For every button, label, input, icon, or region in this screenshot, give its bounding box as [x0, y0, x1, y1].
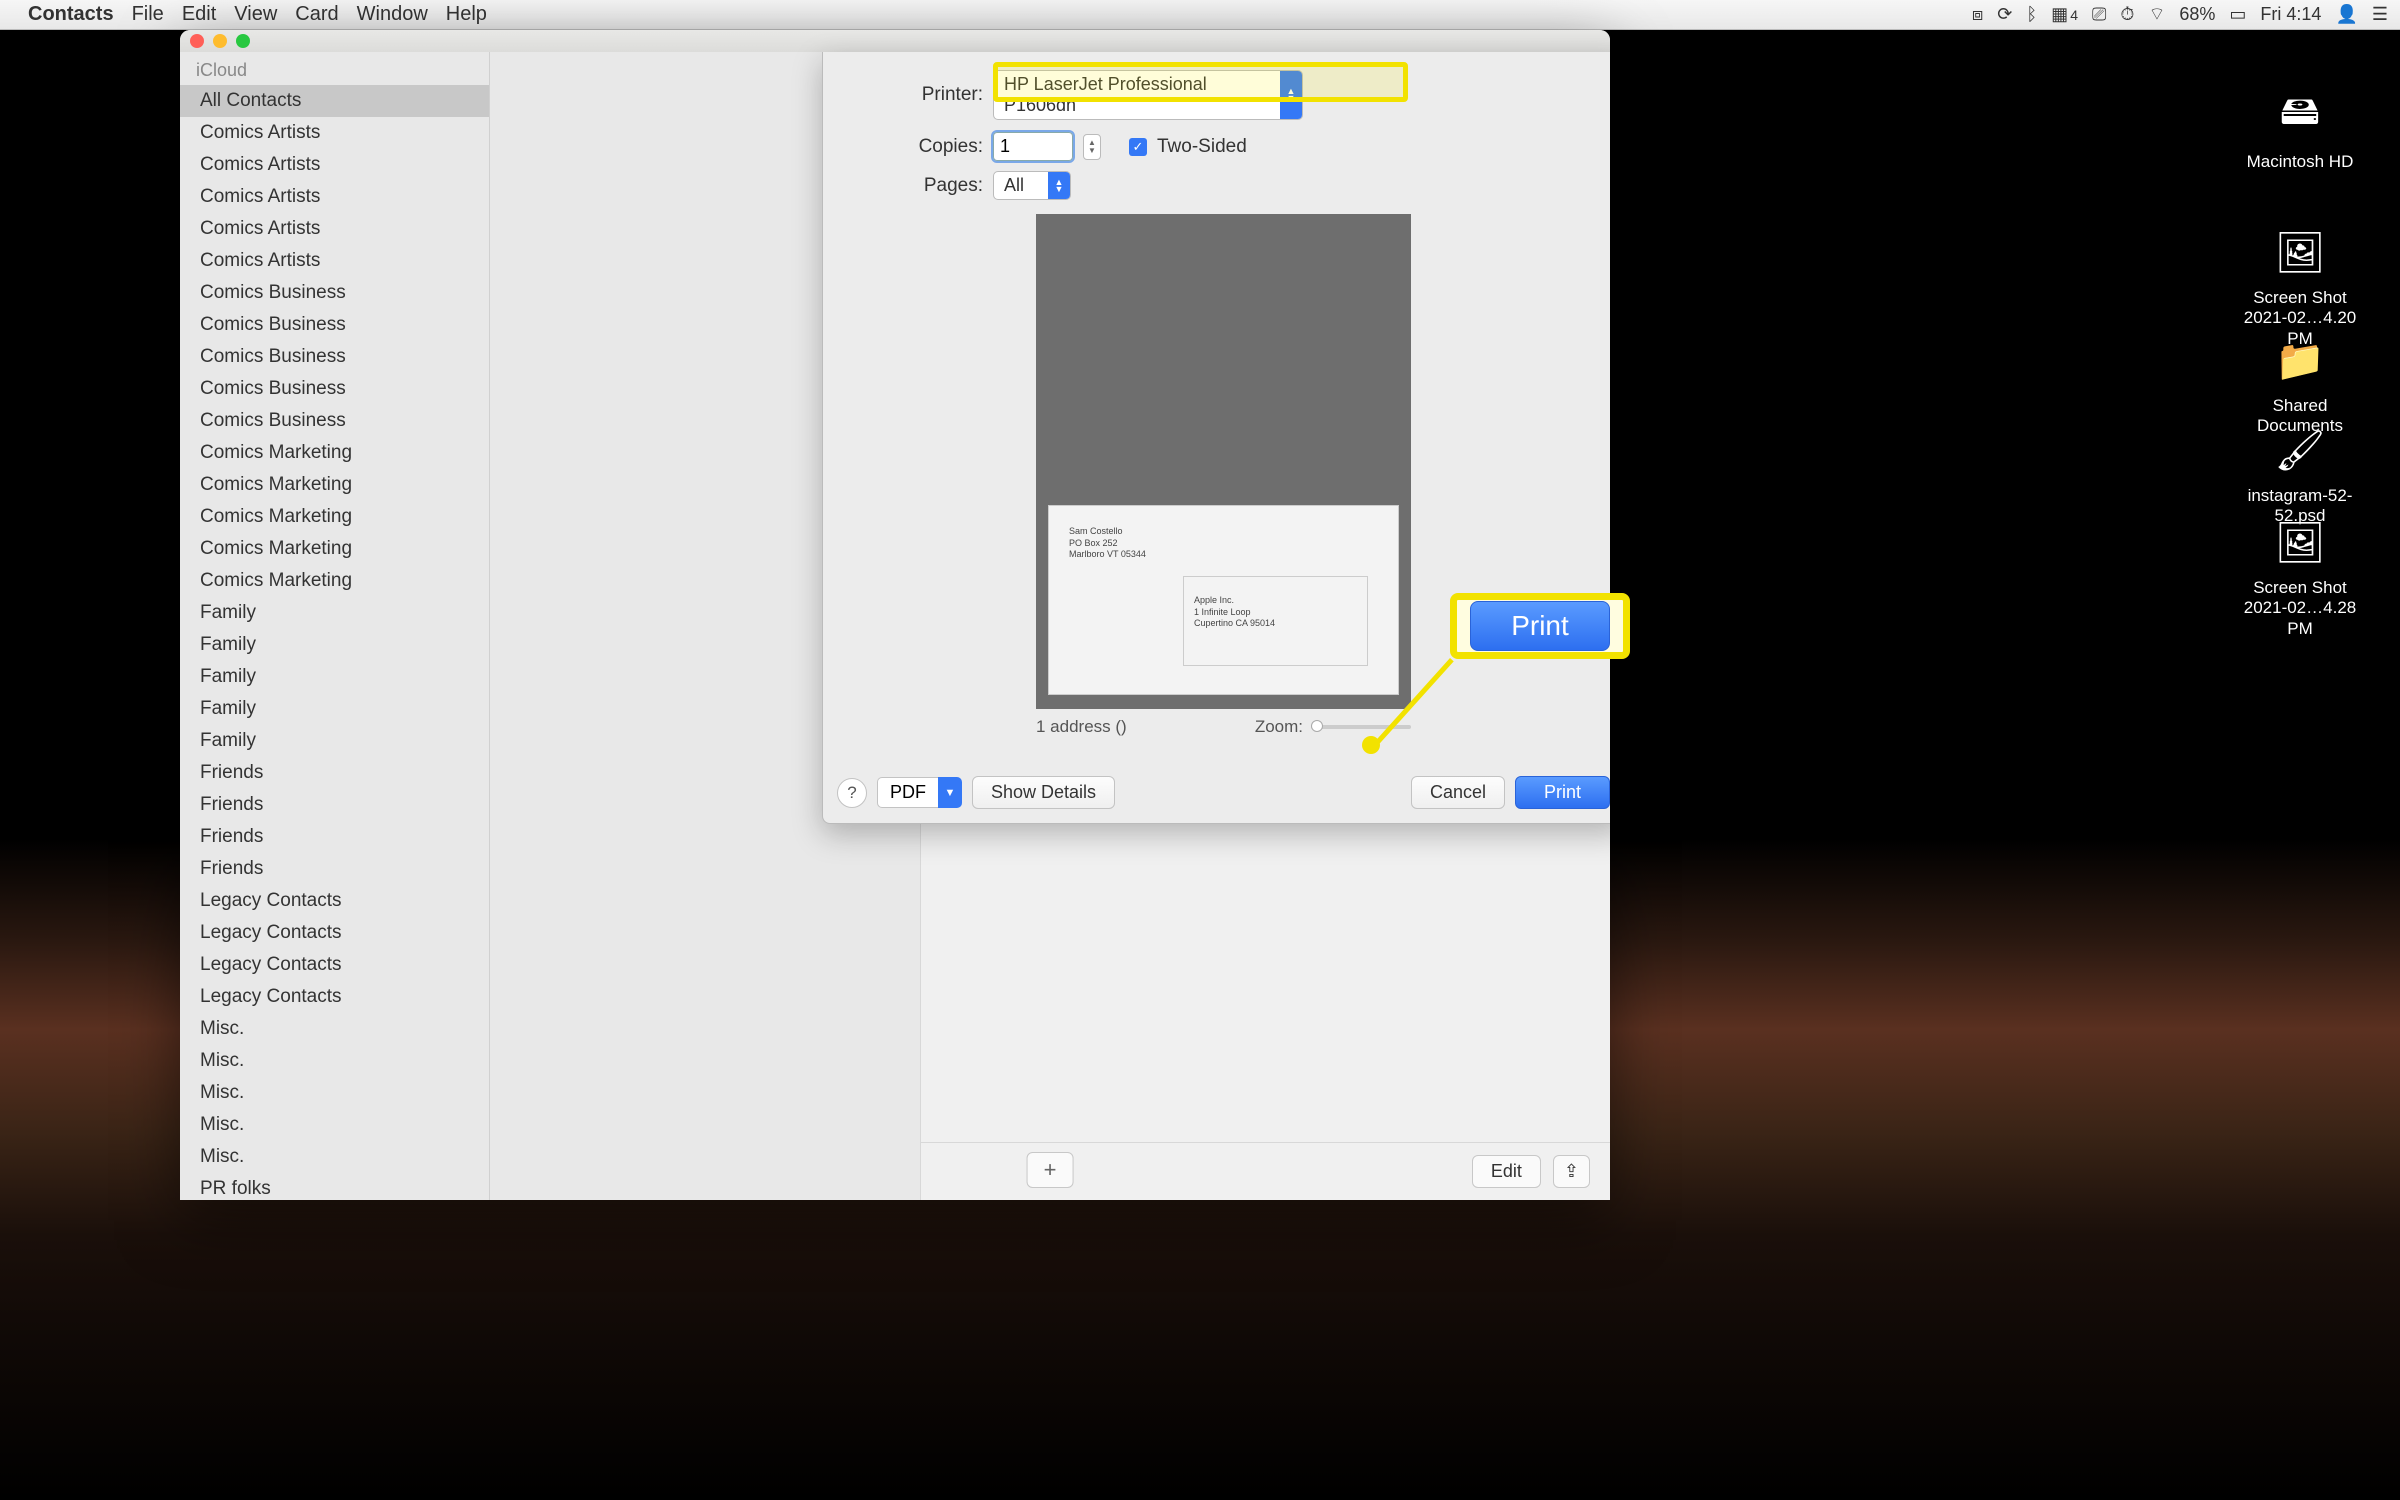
printer-label: Printer:	[853, 84, 983, 106]
print-preview: Sam Costello PO Box 252 Marlboro VT 0534…	[1036, 214, 1411, 709]
sidebar-group-item[interactable]: Comics Artists	[180, 213, 489, 245]
sidebar-group-item[interactable]: Misc.	[180, 1013, 489, 1045]
groups-sidebar[interactable]: iCloud All ContactsComics ArtistsComics …	[180, 52, 490, 1200]
contacts-main-area: ▶ eo ✉ mail Edit	[490, 52, 1610, 1200]
zoom-traffic-light[interactable]	[236, 34, 250, 48]
zoom-label: Zoom:	[1255, 717, 1303, 737]
minimize-traffic-light[interactable]	[213, 34, 227, 48]
file-icon: 🖴	[2270, 86, 2330, 146]
battery-icon[interactable]: ▭	[2229, 4, 2246, 25]
sidebar-group-item[interactable]: Misc.	[180, 1141, 489, 1173]
menu-card[interactable]: Card	[295, 3, 338, 26]
pages-select[interactable]: All ▲▼	[993, 171, 1071, 200]
sidebar-group-item[interactable]: Comics Marketing	[180, 565, 489, 597]
sidebar-group-item[interactable]: Family	[180, 629, 489, 661]
sidebar-group-item[interactable]: Comics Business	[180, 309, 489, 341]
display-icon[interactable]: ⎚	[2092, 4, 2106, 25]
sidebar-group-item[interactable]: Misc.	[180, 1045, 489, 1077]
sidebar-group-item[interactable]: Comics Artists	[180, 245, 489, 277]
annotation-leader-dot	[1362, 736, 1380, 754]
annotation-callout-print: Print	[1450, 593, 1630, 659]
sync-icon[interactable]: ⟳	[1997, 4, 2012, 25]
copies-stepper[interactable]: ▲▼	[1083, 134, 1101, 160]
twosided-checkbox[interactable]: ✓	[1129, 138, 1147, 156]
sidebar-group-item[interactable]: Legacy Contacts	[180, 949, 489, 981]
desktop-icon-macintosh-hd[interactable]: 🖴Macintosh HD	[2230, 86, 2370, 172]
twosided-label: Two-Sided	[1157, 136, 1247, 158]
sidebar-group-item[interactable]: Friends	[180, 821, 489, 853]
file-icon: 🖼	[2270, 512, 2330, 572]
menu-edit[interactable]: Edit	[182, 3, 216, 26]
sidebar-group-item[interactable]: Legacy Contacts	[180, 917, 489, 949]
printer-select[interactable]: HP LaserJet Professional P1606dn ▲▼	[993, 70, 1303, 120]
sidebar-group-item[interactable]: Comics Marketing	[180, 469, 489, 501]
sidebar-group-item[interactable]: Family	[180, 693, 489, 725]
print-button[interactable]: Print	[1515, 776, 1610, 809]
close-traffic-light[interactable]	[190, 34, 204, 48]
sidebar-group-item[interactable]: Comics Business	[180, 341, 489, 373]
window-titlebar[interactable]	[180, 30, 1610, 52]
sidebar-group-item[interactable]: Comics Marketing	[180, 501, 489, 533]
clock-icon[interactable]: ⏱	[2120, 4, 2134, 25]
bluetooth-icon[interactable]: ᛒ	[2026, 4, 2037, 25]
sidebar-group-item[interactable]: Comics Artists	[180, 181, 489, 213]
grid-icon[interactable]: ▦4	[2051, 4, 2078, 25]
show-details-button[interactable]: Show Details	[972, 776, 1115, 809]
wifi-icon[interactable]: ⌔	[2148, 3, 2165, 26]
sidebar-group-item[interactable]: Friends	[180, 757, 489, 789]
user-icon[interactable]: 👤	[2335, 4, 2357, 25]
menu-help[interactable]: Help	[446, 3, 487, 26]
sidebar-group-item[interactable]: Legacy Contacts	[180, 885, 489, 917]
list-icon[interactable]: ☰	[2372, 4, 2388, 25]
preview-count: 1 address ()	[1036, 717, 1127, 737]
sidebar-group-item[interactable]: All Contacts	[180, 85, 489, 117]
destination-address: Apple Inc. 1 Infinite Loop Cupertino CA …	[1183, 576, 1368, 666]
chevron-updown-icon: ▲▼	[1048, 172, 1070, 199]
sidebar-group-item[interactable]: Family	[180, 597, 489, 629]
sidebar-group-item[interactable]: Comics Artists	[180, 117, 489, 149]
desktop-icon-screenshot-2[interactable]: 🖼Screen Shot 2021-02…4.28 PM	[2230, 512, 2370, 639]
menubar-app-name[interactable]: Contacts	[28, 3, 114, 26]
dropbox-icon[interactable]: ⧈	[1972, 4, 1983, 25]
pages-label: Pages:	[853, 175, 983, 197]
menu-view[interactable]: View	[234, 3, 277, 26]
sidebar-group-item[interactable]: Comics Business	[180, 405, 489, 437]
sidebar-group-item[interactable]: Friends	[180, 853, 489, 885]
sidebar-group-item[interactable]: Comics Artists	[180, 149, 489, 181]
sidebar-group-item[interactable]: Comics Business	[180, 277, 489, 309]
chevron-down-icon: ▼	[938, 777, 962, 808]
cancel-button[interactable]: Cancel	[1411, 776, 1505, 809]
contacts-window: iCloud All ContactsComics ArtistsComics …	[180, 30, 1610, 1200]
sidebar-group-item[interactable]: Family	[180, 661, 489, 693]
copies-input[interactable]	[993, 132, 1073, 161]
sidebar-group-item[interactable]: Legacy Contacts	[180, 981, 489, 1013]
file-icon: 📁	[2270, 330, 2330, 390]
help-button[interactable]: ?	[837, 778, 867, 808]
sidebar-group-item[interactable]: Misc.	[180, 1077, 489, 1109]
file-icon: 🖼	[2270, 222, 2330, 282]
battery-percent[interactable]: 68%	[2179, 4, 2215, 25]
menu-window[interactable]: Window	[357, 3, 428, 26]
sidebar-group-item[interactable]: Comics Marketing	[180, 533, 489, 565]
zoom-slider[interactable]	[1311, 725, 1411, 729]
pdf-menu[interactable]: PDF ▼	[877, 777, 962, 808]
chevron-updown-icon: ▲▼	[1280, 71, 1302, 119]
menubar: Contacts File Edit View Card Window Help…	[0, 0, 2400, 30]
sidebar-group-item[interactable]: PR folks	[180, 1173, 489, 1200]
return-address: Sam Costello PO Box 252 Marlboro VT 0534…	[1069, 526, 1146, 561]
menubar-clock[interactable]: Fri 4:14	[2260, 4, 2321, 25]
sidebar-group-item[interactable]: Family	[180, 725, 489, 757]
sidebar-group-item[interactable]: Friends	[180, 789, 489, 821]
print-dialog: Printer: HP LaserJet Professional P1606d…	[822, 52, 1610, 824]
sidebar-group-item[interactable]: Misc.	[180, 1109, 489, 1141]
preview-envelope: Sam Costello PO Box 252 Marlboro VT 0534…	[1048, 505, 1399, 695]
copies-label: Copies:	[853, 136, 983, 158]
sidebar-group-item[interactable]: Comics Business	[180, 373, 489, 405]
sidebar-group-item[interactable]: Comics Marketing	[180, 437, 489, 469]
menu-file[interactable]: File	[132, 3, 164, 26]
file-icon: 🖌	[2270, 420, 2330, 480]
desktop-icon-instagram-psd[interactable]: 🖌instagram-52-52.psd	[2230, 420, 2370, 527]
sidebar-section-icloud: iCloud	[180, 56, 489, 85]
